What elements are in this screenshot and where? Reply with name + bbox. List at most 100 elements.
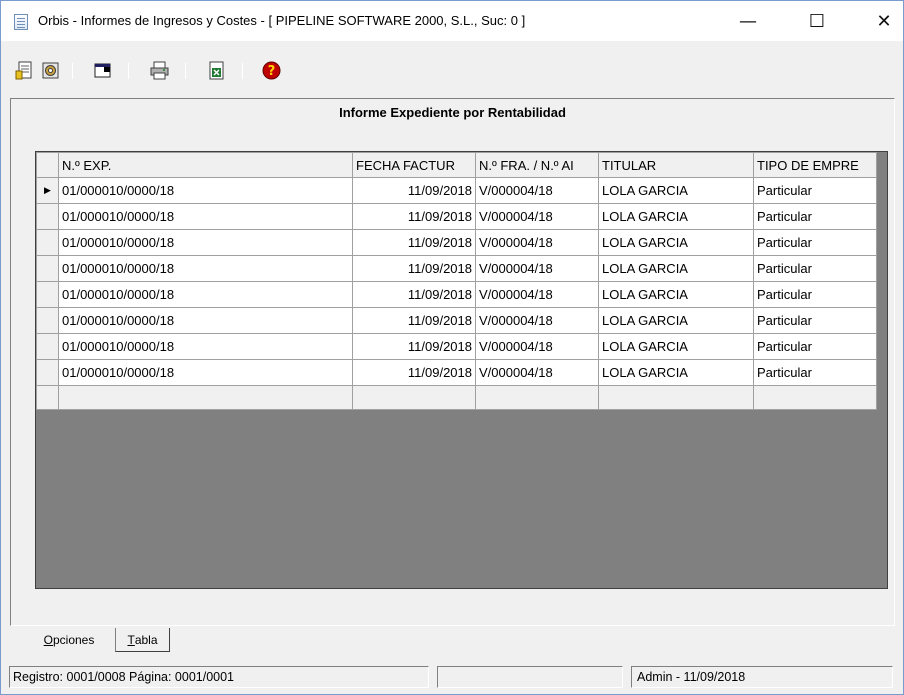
row-indicator-header [36, 152, 59, 178]
toolbar-separator [185, 63, 186, 79]
new-record-row[interactable] [36, 385, 877, 410]
cell-tipo[interactable]: Particular [753, 203, 877, 230]
cell-fecha[interactable]: 11/09/2018 [352, 281, 476, 308]
cell-fra[interactable]: V/000004/18 [475, 229, 599, 256]
minimize-button[interactable]: — [725, 1, 771, 41]
cell-fra[interactable]: V/000004/18 [475, 255, 599, 282]
cell-fra[interactable]: V/000004/18 [475, 177, 599, 204]
tab-tabla-accesskey: T [127, 632, 135, 647]
empty-cell[interactable] [58, 385, 353, 410]
column-header-exp[interactable]: N.º EXP. [58, 152, 353, 178]
toolbar: ? [1, 57, 903, 83]
table-row[interactable]: 01/000010/0000/18 11/09/2018 V/000004/18… [36, 307, 877, 334]
cell-titular[interactable]: LOLA GARCIA [598, 307, 754, 334]
table-row[interactable]: ▶ 01/000010/0000/18 11/09/2018 V/000004/… [36, 177, 877, 204]
status-record-info: Registro: 0001/0008 Página: 0001/0001 [9, 666, 429, 688]
column-header-tipo[interactable]: TIPO DE EMPRE [753, 152, 877, 178]
cell-fecha[interactable]: 11/09/2018 [352, 177, 476, 204]
cell-exp[interactable]: 01/000010/0000/18 [58, 203, 353, 230]
empty-cell[interactable] [475, 385, 599, 410]
title-bar[interactable]: Orbis - Informes de Ingresos y Costes - … [1, 1, 903, 41]
cell-titular[interactable]: LOLA GARCIA [598, 255, 754, 282]
row-indicator [36, 307, 59, 334]
row-indicator [36, 385, 59, 410]
table-row[interactable]: 01/000010/0000/18 11/09/2018 V/000004/18… [36, 203, 877, 230]
cell-exp[interactable]: 01/000010/0000/18 [58, 177, 353, 204]
empty-cell[interactable] [352, 385, 476, 410]
tab-opciones-label: pciones [52, 633, 95, 647]
row-indicator [36, 229, 59, 256]
cell-exp[interactable]: 01/000010/0000/18 [58, 281, 353, 308]
tab-opciones-accesskey: O [43, 633, 53, 647]
tab-tabla-label: abla [134, 632, 158, 647]
cell-exp[interactable]: 01/000010/0000/18 [58, 359, 353, 386]
column-header-fra[interactable]: N.º FRA. / N.º AI [475, 152, 599, 178]
cell-exp[interactable]: 01/000010/0000/18 [58, 333, 353, 360]
cell-fra[interactable]: V/000004/18 [475, 333, 599, 360]
cell-exp[interactable]: 01/000010/0000/18 [58, 307, 353, 334]
tab-opciones[interactable]: Opciones [25, 628, 113, 652]
maximize-button[interactable]: ☐ [794, 1, 840, 41]
toolbar-separator [242, 63, 243, 79]
row-indicator [36, 359, 59, 386]
close-button[interactable]: ✕ [861, 1, 904, 41]
app-window: Orbis - Informes de Ingresos y Costes - … [0, 0, 904, 695]
report-title: Informe Expediente por Rentabilidad [339, 105, 566, 120]
empty-cell[interactable] [753, 385, 877, 410]
new-document-icon[interactable] [15, 61, 34, 80]
cell-tipo[interactable]: Particular [753, 359, 877, 386]
help-icon[interactable]: ? [262, 61, 281, 80]
cell-titular[interactable]: LOLA GARCIA [598, 229, 754, 256]
table-row[interactable]: 01/000010/0000/18 11/09/2018 V/000004/18… [36, 281, 877, 308]
grid-table: N.º EXP. FECHA FACTUR N.º FRA. / N.º AI … [36, 152, 877, 410]
window-icon[interactable] [93, 61, 112, 80]
row-indicator [36, 333, 59, 360]
row-indicator [36, 255, 59, 282]
settings-gear-icon[interactable] [41, 61, 60, 80]
data-grid[interactable]: N.º EXP. FECHA FACTUR N.º FRA. / N.º AI … [35, 151, 888, 589]
cell-exp[interactable]: 01/000010/0000/18 [58, 229, 353, 256]
table-row[interactable]: 01/000010/0000/18 11/09/2018 V/000004/18… [36, 229, 877, 256]
cell-titular[interactable]: LOLA GARCIA [598, 177, 754, 204]
cell-titular[interactable]: LOLA GARCIA [598, 359, 754, 386]
cell-titular[interactable]: LOLA GARCIA [598, 281, 754, 308]
toolbar-separator [128, 63, 129, 79]
toolbar-separator [72, 63, 73, 79]
cell-tipo[interactable]: Particular [753, 281, 877, 308]
cell-fra[interactable]: V/000004/18 [475, 203, 599, 230]
cell-tipo[interactable]: Particular [753, 229, 877, 256]
printer-icon[interactable] [150, 61, 169, 80]
table-row[interactable]: 01/000010/0000/18 11/09/2018 V/000004/18… [36, 255, 877, 282]
cell-fecha[interactable]: 11/09/2018 [352, 333, 476, 360]
table-row[interactable]: 01/000010/0000/18 11/09/2018 V/000004/18… [36, 359, 877, 386]
cell-titular[interactable]: LOLA GARCIA [598, 203, 754, 230]
row-indicator [36, 281, 59, 308]
table-row[interactable]: 01/000010/0000/18 11/09/2018 V/000004/18… [36, 333, 877, 360]
row-indicator [36, 203, 59, 230]
status-user-date: Admin - 11/09/2018 [631, 666, 893, 688]
cell-fecha[interactable]: 11/09/2018 [352, 255, 476, 282]
cell-fecha[interactable]: 11/09/2018 [352, 229, 476, 256]
excel-export-icon[interactable] [207, 61, 226, 80]
cell-tipo[interactable]: Particular [753, 255, 877, 282]
tab-tabla[interactable]: Tabla [115, 628, 170, 652]
cell-titular[interactable]: LOLA GARCIA [598, 333, 754, 360]
svg-text:?: ? [268, 64, 276, 79]
cell-fecha[interactable]: 11/09/2018 [352, 307, 476, 334]
cell-fra[interactable]: V/000004/18 [475, 307, 599, 334]
column-header-titular[interactable]: TITULAR [598, 152, 754, 178]
status-middle-panel [437, 666, 623, 688]
empty-cell[interactable] [598, 385, 754, 410]
cell-fecha[interactable]: 11/09/2018 [352, 359, 476, 386]
cell-tipo[interactable]: Particular [753, 333, 877, 360]
cell-fecha[interactable]: 11/09/2018 [352, 203, 476, 230]
report-panel: Informe Expediente por Rentabilidad N.º … [10, 98, 895, 626]
column-header-fecha[interactable]: FECHA FACTUR [352, 152, 476, 178]
cell-fra[interactable]: V/000004/18 [475, 359, 599, 386]
grid-header-row: N.º EXP. FECHA FACTUR N.º FRA. / N.º AI … [36, 152, 877, 178]
cell-exp[interactable]: 01/000010/0000/18 [58, 255, 353, 282]
cell-fra[interactable]: V/000004/18 [475, 281, 599, 308]
cell-tipo[interactable]: Particular [753, 307, 877, 334]
window-title: Orbis - Informes de Ingresos y Costes - … [38, 13, 526, 28]
cell-tipo[interactable]: Particular [753, 177, 877, 204]
